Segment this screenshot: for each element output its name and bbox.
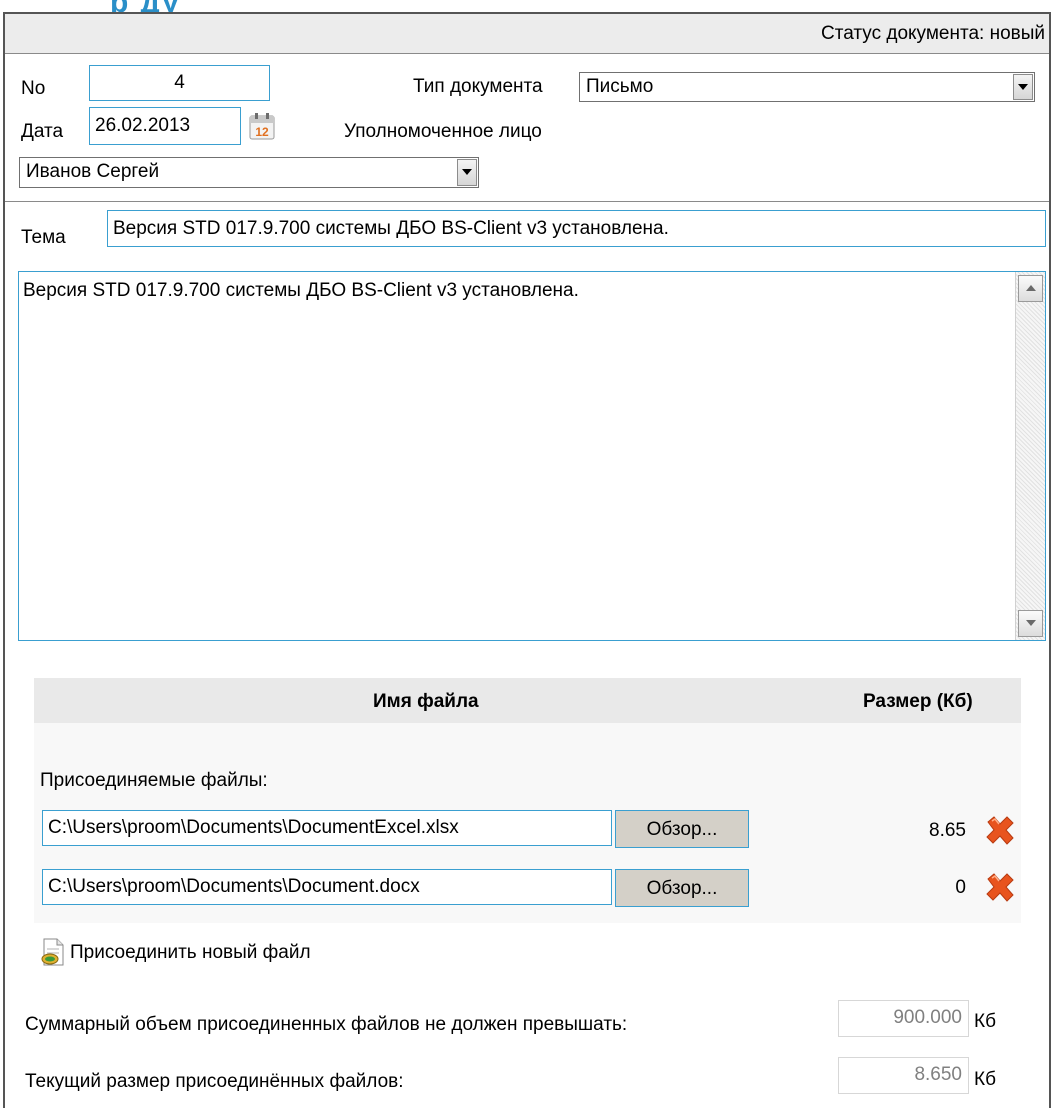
divider	[5, 201, 1049, 202]
file-path-input[interactable]: C:\Users\proom\Documents\DocumentExcel.x…	[42, 810, 612, 846]
browse-button[interactable]: Обзор...	[615, 810, 749, 848]
page-title: р ду	[110, 0, 181, 12]
authorized-person-label: Уполномоченное лицо	[344, 121, 542, 142]
number-label: No	[21, 78, 46, 99]
doc-type-label: Тип документа	[413, 76, 543, 97]
date-label: Дата	[21, 121, 64, 142]
delete-icon[interactable]	[984, 872, 1016, 902]
attach-new-file-link[interactable]: Присоединить новый файл	[70, 942, 311, 964]
vertical-scrollbar[interactable]	[1015, 272, 1045, 640]
current-size-unit: Кб	[974, 1069, 996, 1090]
message-body-textarea[interactable]: Версия STD 017.9.700 системы ДБО BS-Clie…	[18, 271, 1046, 641]
date-field[interactable]: 26.02.2013	[89, 107, 241, 145]
message-body-text: Версия STD 017.9.700 системы ДБО BS-Clie…	[23, 280, 579, 301]
status-bar: Статус документа: новый	[5, 14, 1049, 54]
file-size: 0	[955, 877, 966, 898]
max-size-unit: Кб	[974, 1011, 996, 1032]
authorized-person-select[interactable]: Иванов Сергей	[19, 157, 479, 188]
attach-file-icon[interactable]	[40, 937, 68, 967]
chevron-down-icon[interactable]	[457, 159, 477, 186]
attached-files-label: Присоединяемые файлы:	[40, 770, 268, 791]
calendar-icon[interactable]: 12	[249, 113, 275, 140]
authorized-person-value: Иванов Сергей	[26, 161, 160, 182]
file-path-input[interactable]: C:\Users\proom\Documents\Document.docx	[42, 869, 612, 905]
document-status: Статус документа: новый	[821, 23, 1045, 44]
current-size-field: 8.650	[838, 1057, 969, 1094]
subject-field[interactable]: Версия STD 017.9.700 системы ДБО BS-Clie…	[107, 210, 1046, 247]
column-header-size: Размер (Кб)	[863, 691, 973, 712]
doc-type-value: Письмо	[586, 76, 654, 97]
max-size-field: 900.000	[838, 1000, 969, 1037]
current-size-label: Текущий размер присоединённых файлов:	[25, 1071, 404, 1092]
calendar-day: 12	[255, 125, 269, 139]
column-header-filename: Имя файла	[373, 691, 479, 712]
browse-button[interactable]: Обзор...	[615, 869, 749, 907]
max-size-label: Суммарный объем присоединенных файлов не…	[25, 1014, 628, 1035]
scroll-up-icon[interactable]	[1018, 275, 1043, 302]
delete-icon[interactable]	[984, 815, 1016, 845]
page-title-strip: р ду	[0, 0, 1053, 12]
scroll-down-icon[interactable]	[1018, 610, 1043, 637]
chevron-down-icon[interactable]	[1013, 74, 1033, 100]
doc-type-select[interactable]: Письмо	[579, 72, 1035, 102]
file-size: 8.65	[929, 820, 966, 841]
subject-label: Тема	[21, 227, 66, 248]
number-field[interactable]: 4	[89, 65, 270, 101]
